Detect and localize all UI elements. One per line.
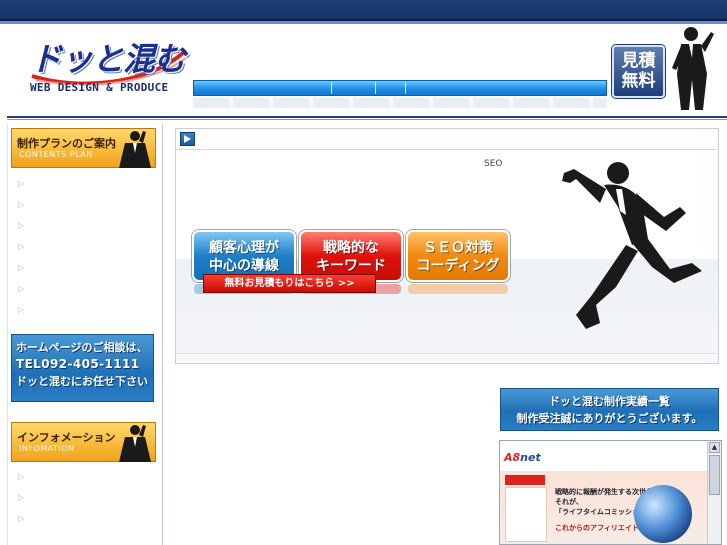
contact-phone: TEL092-405-1111 xyxy=(16,357,140,371)
plan-heading: 制作プランのご案内 CONTENTS PLAN xyxy=(11,128,156,168)
info-list: ▷ ▷ ▷ xyxy=(18,466,27,529)
site-logo[interactable]: ドッと混む xyxy=(26,32,188,88)
nav-separator xyxy=(375,82,376,94)
scroll-up-icon[interactable]: ▲ xyxy=(709,442,720,453)
plan-list-item[interactable]: ▷ xyxy=(18,215,27,236)
free-estimate-button[interactable]: 見積 無料 xyxy=(612,45,665,98)
arrow-right-icon: ▷ xyxy=(18,514,25,523)
plan-list: ▷ ▷ ▷ ▷ ▷ ▷ ▷ xyxy=(18,173,27,320)
plan-list-item[interactable]: ▷ xyxy=(18,257,27,278)
feature-line: 戦略的な xyxy=(323,240,379,256)
businessman-phone-icon xyxy=(119,425,151,462)
businessman-phone-icon xyxy=(119,131,151,168)
plan-list-item[interactable]: ▷ xyxy=(18,278,27,299)
info-list-item[interactable]: ▷ xyxy=(18,508,27,529)
arrow-right-icon: ▷ xyxy=(18,179,25,188)
works-thumbnail-frame[interactable]: A8net 戦略的に報酬が発生する次世代の それが、 「ライフタイムコミッション… xyxy=(499,440,722,545)
plan-list-item[interactable]: ▷ xyxy=(18,194,27,215)
works-list-banner[interactable]: ドッと混む制作実績一覧 制作受注誠にありがとうございます。 xyxy=(500,388,719,431)
arrow-right-icon: ▷ xyxy=(18,284,25,293)
tagline: WEB DESIGN & PRODUCE xyxy=(30,81,169,94)
works-banner-title: ドッと混む制作実績一覧 xyxy=(549,395,670,408)
thumbnail-red-bar xyxy=(505,475,545,485)
feature-line: 顧客心理が xyxy=(209,240,279,256)
thumbnail-logo: A8net xyxy=(504,451,541,464)
arrow-right-icon: ▷ xyxy=(18,305,25,314)
works-banner-subtitle: 制作受注誠にありがとうございます。 xyxy=(516,412,703,425)
feature-line: ＳＥＯ対策 xyxy=(423,240,493,256)
contact-banner[interactable]: ホームページのご相談は、 TEL092-405-1111 ドッと混むにお任せ下さ… xyxy=(11,334,154,402)
top-bar xyxy=(0,0,727,21)
site-header: ドッと混む WEB DESIGN & PRODUCE 見積 無料 xyxy=(7,24,727,121)
plan-list-item[interactable]: ▷ xyxy=(18,236,27,257)
header-rule xyxy=(7,116,727,120)
estimate-label-1: 見積 xyxy=(621,51,656,71)
arrow-right-icon: ▷ xyxy=(18,221,25,230)
nav-separator xyxy=(331,82,332,94)
estimate-label-2: 無料 xyxy=(621,71,656,91)
info-list-item[interactable]: ▷ xyxy=(18,487,27,508)
running-businessman-icon xyxy=(562,162,702,329)
section-label: SEO xyxy=(484,159,503,169)
thumbnail-card xyxy=(505,487,547,542)
contact-line-3: ドッと混むにお任せ下さい xyxy=(16,375,148,388)
plan-list-item[interactable]: ▷ xyxy=(18,299,27,320)
arrow-right-icon: ▷ xyxy=(18,472,25,481)
nav-under-strip xyxy=(193,98,607,108)
arrow-right-icon: ▷ xyxy=(18,493,25,502)
nav-separator xyxy=(405,82,406,94)
info-heading-jp: インフォメーション xyxy=(17,431,116,444)
feature-line: 中心の導線 xyxy=(209,258,279,274)
feature-line: キーワード xyxy=(316,258,386,274)
play-arrow-icon xyxy=(180,132,195,146)
panel-bottom-rule xyxy=(176,353,718,363)
global-nav xyxy=(193,80,607,96)
feature-reflection xyxy=(408,284,508,294)
scroll-thumb[interactable] xyxy=(709,455,720,495)
contact-line-1: ホームページのご相談は、 xyxy=(16,341,148,354)
arrow-right-icon: ▷ xyxy=(18,200,25,209)
plan-heading-en: CONTENTS PLAN xyxy=(19,150,93,159)
free-estimate-link[interactable]: 無料お見積もりはこちら >> xyxy=(203,274,376,293)
feature-line: コーディング xyxy=(416,258,500,274)
info-list-item[interactable]: ▷ xyxy=(18,466,27,487)
globe-icon xyxy=(634,485,692,543)
thumbnail-body: 戦略的に報酬が発生する次世代の それが、 「ライフタイムコミッション」 これから… xyxy=(500,471,708,544)
feature-button-seo-coding[interactable]: ＳＥＯ対策 コーディング xyxy=(406,230,510,282)
info-heading: インフォメーション INFOMATION xyxy=(11,422,156,462)
logo-text: ドッと混む xyxy=(30,40,186,78)
arrow-right-icon: ▷ xyxy=(18,242,25,251)
arrow-right-icon: ▷ xyxy=(18,263,25,272)
plan-list-item[interactable]: ▷ xyxy=(18,173,27,194)
plan-heading-jp: 制作プランのご案内 xyxy=(17,137,116,150)
panel-divider xyxy=(176,149,718,150)
sidebar: 制作プランのご案内 CONTENTS PLAN ▷ ▷ ▷ ▷ ▷ ▷ ▷ ホー… xyxy=(7,124,163,545)
businessman-icon xyxy=(672,27,714,110)
main-feature-panel: SEO 顧客心理が 中心の導線 戦略的な キーワード ＳＥＯ対策 コーディング … xyxy=(175,128,719,364)
info-heading-en: INFOMATION xyxy=(19,444,75,453)
thumbnail-header: A8net xyxy=(500,441,708,471)
thumbnail-scrollbar[interactable]: ▲ xyxy=(707,441,721,544)
